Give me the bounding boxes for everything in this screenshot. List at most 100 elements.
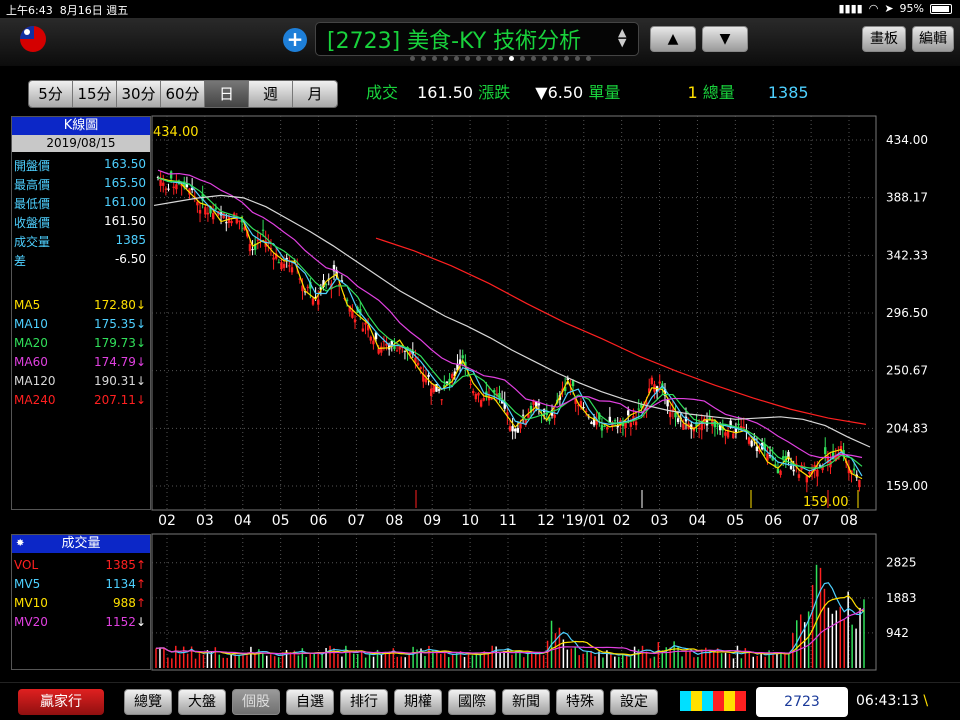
candle-body xyxy=(742,427,745,429)
nav-0[interactable]: 總覽 xyxy=(124,689,172,715)
candle-body xyxy=(306,286,309,288)
candle-body xyxy=(206,212,210,215)
clock: 06:43:13 \ xyxy=(856,693,928,709)
candle-body xyxy=(437,389,441,391)
price-tick-5: 204.83 xyxy=(886,421,928,435)
x-tick-11: '19/01 xyxy=(562,513,606,529)
candle-body xyxy=(697,428,701,430)
candle-body xyxy=(669,412,672,418)
candle-body xyxy=(474,393,478,400)
ma60-line xyxy=(157,169,863,459)
x-tick-14: 04 xyxy=(689,513,707,529)
x-tick-3: 05 xyxy=(272,513,290,529)
candle-body xyxy=(353,319,357,323)
x-tick-0: 02 xyxy=(158,513,176,529)
candle-body xyxy=(211,213,215,220)
nav-1[interactable]: 大盤 xyxy=(178,689,226,715)
color-legend-icon xyxy=(680,691,746,711)
candle-body xyxy=(225,222,228,224)
candle-body xyxy=(613,420,617,422)
nav-4[interactable]: 排行 xyxy=(340,689,388,715)
candle-body xyxy=(251,249,254,251)
candle-body xyxy=(724,432,727,436)
candle-body xyxy=(600,424,604,431)
candle-body xyxy=(658,381,661,384)
x-tick-10: 12 xyxy=(537,513,555,529)
candle-body xyxy=(317,299,320,305)
nav-9[interactable]: 設定 xyxy=(610,689,658,715)
candle-body xyxy=(461,355,464,359)
candle-body xyxy=(277,262,281,264)
candle-body xyxy=(230,220,233,224)
x-tick-7: 09 xyxy=(423,513,441,529)
x-tick-2: 04 xyxy=(234,513,252,529)
candle-body xyxy=(256,239,260,241)
candle-body xyxy=(351,310,354,318)
candle-body xyxy=(553,414,556,418)
candle-body xyxy=(747,437,751,444)
candle-body xyxy=(700,422,703,431)
candle-body xyxy=(779,470,782,475)
candle-body xyxy=(164,188,168,190)
candle-body xyxy=(280,262,283,270)
candle-body xyxy=(755,446,759,452)
volume-tick-1: 1883 xyxy=(886,591,917,605)
candle-body xyxy=(364,322,367,325)
candle-body xyxy=(162,182,165,186)
candle-body xyxy=(537,403,541,406)
nav-6[interactable]: 國際 xyxy=(448,689,496,715)
candle-body xyxy=(808,471,811,474)
x-tick-12: 02 xyxy=(613,513,631,529)
high-label: 434.00 xyxy=(153,125,199,140)
candle-body xyxy=(398,346,401,350)
candle-body xyxy=(605,427,609,430)
candle-body xyxy=(676,418,680,422)
x-tick-6: 08 xyxy=(385,513,403,529)
clock-text: 06:43:13 xyxy=(856,693,919,709)
price-tick-1: 388.17 xyxy=(886,191,928,205)
candle-body xyxy=(514,428,517,432)
candle-body xyxy=(776,468,780,474)
candle-body xyxy=(416,362,420,366)
nav-8[interactable]: 特殊 xyxy=(556,689,604,715)
candle-body xyxy=(482,398,485,401)
nav-5[interactable]: 期權 xyxy=(394,689,442,715)
stock-code-input[interactable]: 2723 xyxy=(756,687,848,717)
volume-tick-0: 2825 xyxy=(886,556,917,570)
candle-body xyxy=(824,447,827,455)
candle-body xyxy=(750,440,753,447)
candle-body xyxy=(582,407,585,409)
candle-body xyxy=(395,350,399,352)
candle-body xyxy=(637,408,640,410)
candle-body xyxy=(792,469,795,472)
candle-body xyxy=(595,421,598,425)
candle-body xyxy=(666,399,669,407)
app-root: 上午6:43 8月16日 週五 ▮▮▮▮ ◠ ➤ 95% + [2723] 美食… xyxy=(0,0,960,720)
candle-body xyxy=(172,186,175,188)
nav-2[interactable]: 個股 xyxy=(232,689,280,715)
candle-body xyxy=(238,220,241,222)
candle-body xyxy=(650,377,654,385)
candle-body xyxy=(629,422,633,427)
candle-body xyxy=(198,210,202,214)
candle-body xyxy=(781,456,785,459)
candle-body xyxy=(248,244,252,252)
candle-body xyxy=(159,179,162,186)
low-label: 159.00 xyxy=(803,495,849,510)
candle-body xyxy=(469,383,472,385)
nav-7[interactable]: 新聞 xyxy=(502,689,550,715)
candle-body xyxy=(282,263,286,268)
candle-body xyxy=(377,348,380,354)
x-tick-5: 07 xyxy=(348,513,366,529)
ma240-line xyxy=(375,237,867,425)
nav-3[interactable]: 自選 xyxy=(286,689,334,715)
x-tick-16: 06 xyxy=(764,513,782,529)
mv10-line xyxy=(155,594,865,656)
brand-button[interactable]: 贏家行 xyxy=(18,689,104,715)
candle-body xyxy=(590,422,593,424)
candle-body xyxy=(380,346,383,353)
candle-body xyxy=(361,328,365,332)
technical-chart[interactable]: 434.00 388.17 342.33 296.50 250.67 204.83 159.… xyxy=(0,0,960,720)
candle-body xyxy=(858,479,861,488)
candle-body xyxy=(508,426,512,431)
